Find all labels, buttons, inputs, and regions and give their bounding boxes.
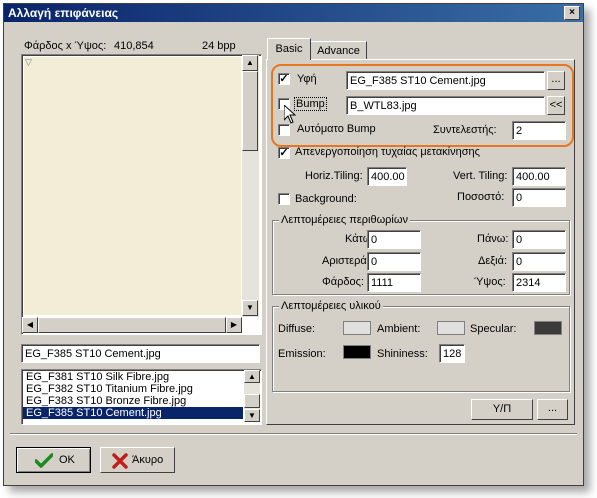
height-label: Ύψος:	[474, 276, 506, 288]
ruler-marker-icon: ▽	[25, 57, 32, 67]
background-label: Background:	[295, 193, 357, 205]
size-value: 410,854	[114, 40, 154, 52]
top-label: Πάνω:	[477, 233, 509, 245]
diffuse-label: Diffuse:	[278, 323, 316, 335]
cancel-label: Άκυρο	[132, 454, 164, 466]
margins-group-title: Λεπτομέρειες περιθωρίων	[279, 214, 410, 226]
dialog-window: Αλλαγή επιφάνειας × Φάρδος x Ύψος: 410,8…	[3, 3, 584, 486]
width-label: Φάρδος:	[322, 276, 364, 288]
horiz-tiling-label: Horiz.Tiling:	[305, 170, 363, 182]
vert-tiling-field[interactable]: 400.00	[512, 167, 566, 186]
window-title: Αλλαγή επιφάνειας	[8, 6, 119, 20]
list-item[interactable]: EG_F381 ST10 Silk Fibre.jpg	[23, 371, 243, 383]
disable-random-label: Απενεργοποίηση τυχαίας μετακίνησης	[295, 146, 480, 158]
specular-label: Specular:	[470, 323, 517, 335]
specular-color-swatch[interactable]	[534, 321, 562, 335]
ambient-color-swatch[interactable]	[437, 321, 465, 335]
scroll-right-icon[interactable]: ▶	[226, 317, 242, 333]
ok-button[interactable]: OK	[16, 447, 91, 473]
list-scroll-thumb[interactable]	[244, 394, 260, 408]
highlight-box	[271, 64, 574, 147]
height-field[interactable]: 2314	[512, 273, 566, 292]
width-field[interactable]: 1111	[367, 273, 421, 292]
texture-preview-image	[24, 57, 241, 315]
material-group-title: Λεπτομέρειες υλικού	[279, 300, 383, 312]
tab-panel-basic: ✓ Υφή EG_F385 ST10 Cement.jpg ... Bump B…	[266, 59, 575, 425]
list-scroll-up-icon[interactable]: ▲	[244, 370, 260, 383]
file-list[interactable]: EG_F381 ST10 Silk Fibre.jpg EG_F382 ST10 …	[21, 369, 262, 425]
list-item[interactable]: EG_F383 ST10 Bronze Fibre.jpg	[23, 395, 243, 407]
emission-label: Emission:	[278, 348, 326, 360]
bpp-value: 24 bpp	[202, 40, 236, 52]
right-margin-field[interactable]: 0	[512, 252, 566, 271]
texture-preview-frame: ▽ ▲ ▼ ◀ ▶	[21, 54, 262, 335]
shininess-label: Shininess:	[377, 348, 428, 360]
shininess-field[interactable]: 128	[439, 344, 465, 363]
tab-advance[interactable]: Advance	[310, 41, 367, 59]
separator	[10, 433, 577, 435]
close-button[interactable]: ×	[564, 6, 580, 20]
filename-field[interactable]: EG_F385 ST10 Cement.jpg	[21, 344, 260, 363]
emission-color-swatch[interactable]	[343, 345, 371, 359]
cancel-button[interactable]: Άκυρο	[100, 447, 175, 473]
cancel-x-icon	[112, 453, 128, 469]
scroll-left-icon[interactable]: ◀	[22, 317, 38, 333]
scroll-up-icon[interactable]: ▲	[242, 55, 258, 71]
ok-label: OK	[59, 454, 75, 466]
percent-field[interactable]: 0	[512, 188, 566, 207]
list-item[interactable]: EG_F385 ST10 Cement.jpg	[23, 407, 243, 419]
tab-basic[interactable]: Basic	[267, 38, 311, 60]
right-margin-label: Δεξιά:	[478, 255, 508, 267]
left-margin-field[interactable]: 0	[367, 252, 421, 271]
horizontal-scrollbar[interactable]: ◀ ▶	[22, 317, 242, 333]
checkmark-icon	[35, 453, 53, 468]
list-item[interactable]: EG_F382 ST10 Titanium Fibre.jpg	[23, 383, 243, 395]
title-bar[interactable]: Αλλαγή επιφάνειας ×	[4, 4, 583, 22]
vertical-scrollbar[interactable]: ▲ ▼	[242, 55, 259, 317]
horiz-tiling-field[interactable]: 400.00	[367, 167, 407, 186]
scroll-thumb[interactable]	[242, 71, 258, 151]
background-checkbox[interactable]	[278, 193, 290, 205]
left-margin-label: Αριστερά:	[322, 255, 370, 267]
diffuse-color-swatch[interactable]	[343, 321, 371, 335]
disable-random-checkbox[interactable]: ✓	[278, 147, 290, 159]
scroll-down-icon[interactable]: ▼	[242, 300, 258, 316]
percent-label: Ποσοστό:	[457, 191, 505, 203]
ambient-label: Ambient:	[377, 323, 421, 335]
vert-tiling-label: Vert. Tiling:	[453, 170, 508, 182]
yp-button[interactable]: Υ/Π	[471, 399, 533, 420]
more-button[interactable]: ...	[537, 399, 568, 420]
bottom-field[interactable]: 0	[367, 230, 421, 249]
list-scrollbar[interactable]: ▲ ▼	[244, 370, 260, 422]
hscroll-thumb[interactable]	[38, 317, 226, 333]
list-scroll-down-icon[interactable]: ▼	[244, 409, 260, 422]
top-field[interactable]: 0	[512, 230, 566, 249]
size-label: Φάρδος x Ύψος:	[24, 40, 107, 52]
